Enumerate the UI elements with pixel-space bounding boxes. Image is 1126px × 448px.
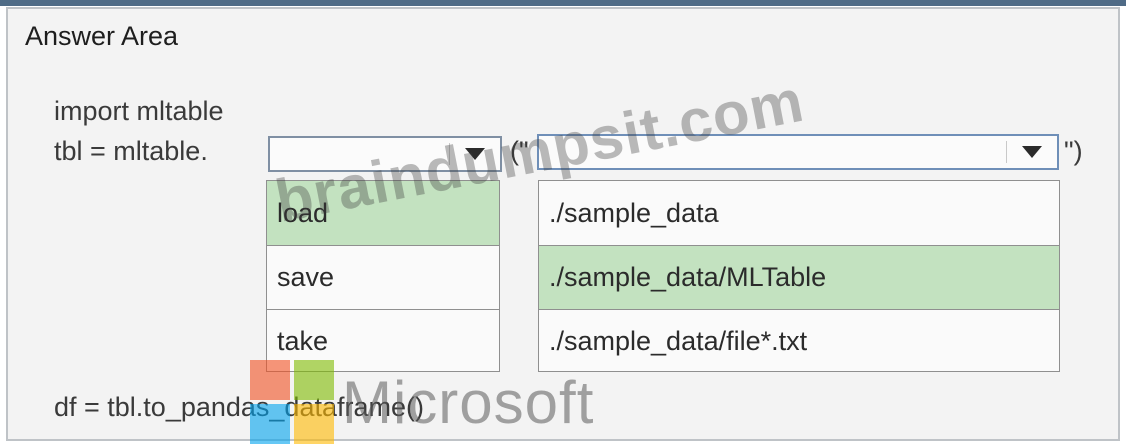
- option-label: ./sample_data/MLTable: [549, 262, 827, 292]
- logo-square-blue: [250, 404, 290, 444]
- logo-square-yellow: [294, 404, 334, 444]
- microsoft-logo-icon: [250, 360, 336, 446]
- option-label: save: [277, 262, 335, 292]
- code-close-quote: "): [1064, 136, 1083, 166]
- code-line-tbl-prefix: tbl = mltable.: [54, 136, 208, 166]
- path-option-sample-data-mltable[interactable]: ./sample_data/MLTable: [539, 245, 1059, 309]
- path-option-sample-data[interactable]: ./sample_data: [539, 181, 1059, 245]
- method-option-save[interactable]: save: [267, 245, 499, 309]
- code-line-import: import mltable: [54, 96, 224, 126]
- answer-area-title: Answer Area: [25, 21, 179, 51]
- path-options-list: ./sample_data ./sample_data/MLTable ./sa…: [538, 180, 1060, 372]
- logo-square-red: [250, 360, 290, 400]
- chevron-down-icon[interactable]: [1007, 136, 1057, 168]
- microsoft-logo-text: Microsoft: [342, 369, 595, 436]
- option-label: ./sample_data/file*.txt: [549, 326, 808, 356]
- option-label: take: [277, 326, 329, 356]
- option-label: ./sample_data: [549, 197, 719, 228]
- window-top-bar: [0, 0, 1126, 6]
- path-option-sample-data-files[interactable]: ./sample_data/file*.txt: [539, 309, 1059, 373]
- logo-square-green: [294, 360, 334, 400]
